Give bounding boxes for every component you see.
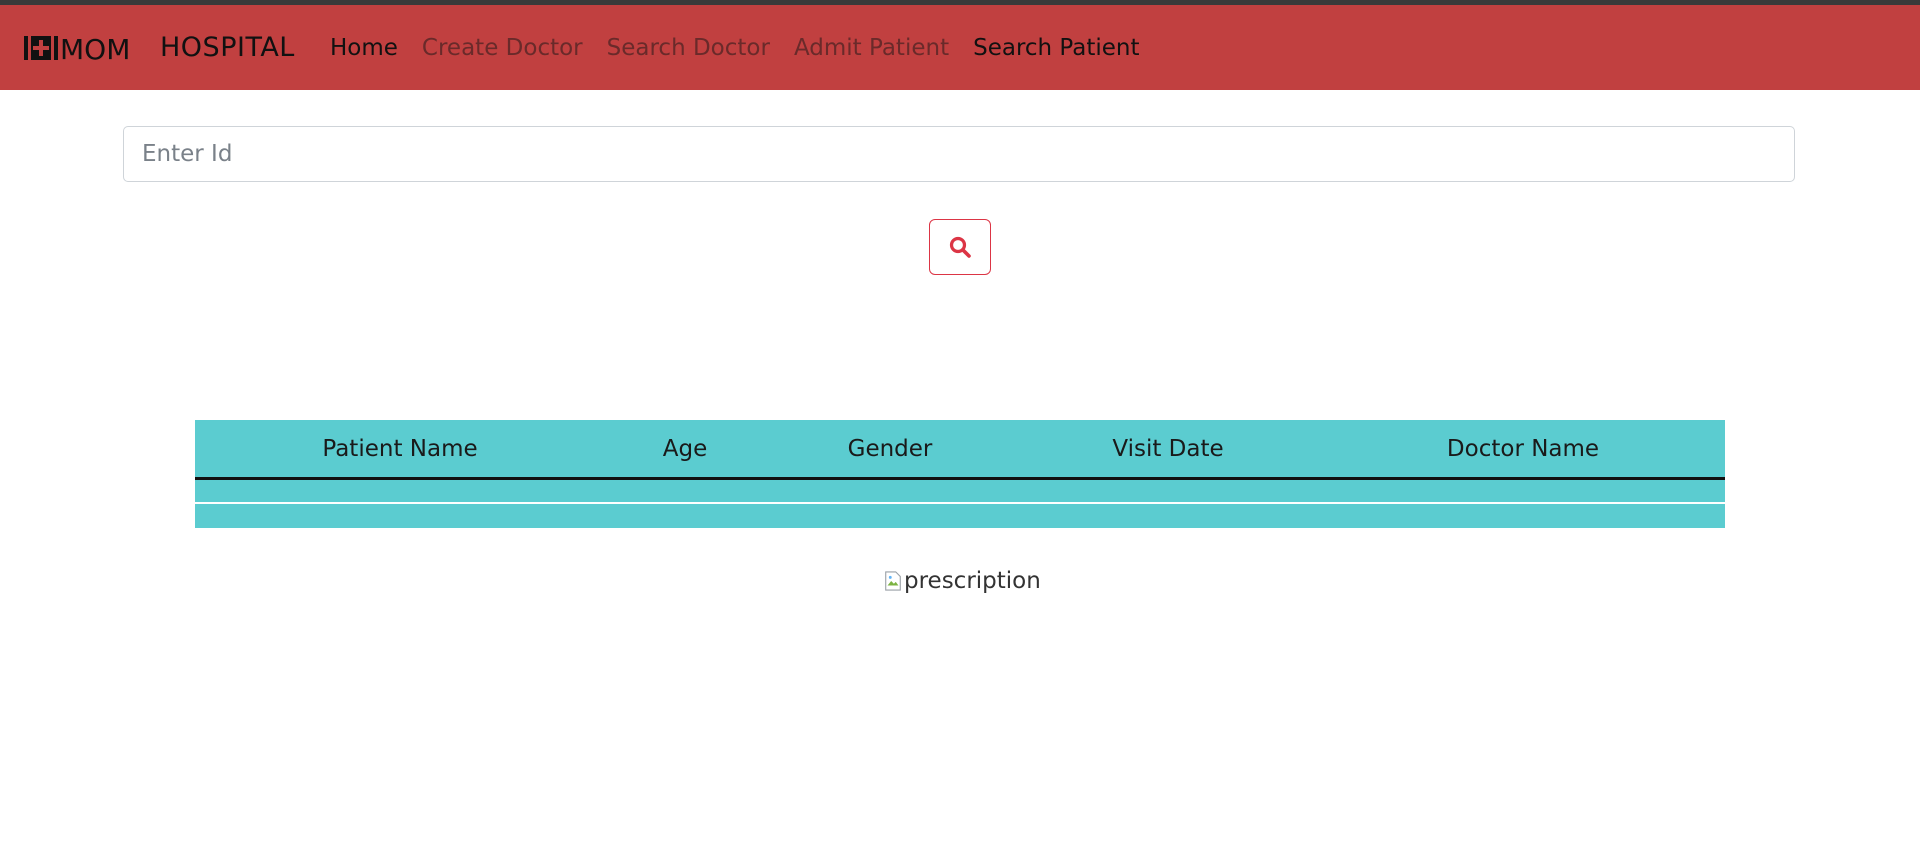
table-row (195, 480, 1725, 504)
navbar: MOM HOSPITAL Home Create Doctor Search D… (0, 5, 1920, 90)
patient-id-input[interactable] (123, 126, 1795, 182)
brand-name: HOSPITAL (160, 32, 295, 63)
table-header: Patient Name Age Gender Visit Date Docto… (195, 420, 1725, 480)
table-row (195, 504, 1725, 528)
nav-create-doctor[interactable]: Create Doctor (422, 35, 583, 61)
column-header-doctor-name: Doctor Name (1446, 436, 1600, 462)
column-header-patient-name: Patient Name (322, 436, 478, 462)
search-button[interactable] (929, 219, 991, 275)
nav-links: Home Create Doctor Search Doctor Admit P… (330, 5, 1164, 90)
nav-admit-patient[interactable]: Admit Patient (794, 35, 949, 61)
search-icon (949, 236, 971, 258)
nav-home[interactable]: Home (330, 35, 398, 61)
column-header-age: Age (662, 436, 708, 462)
hospital-cross-icon: MOM (24, 34, 130, 62)
prescription-image-alt: prescription (904, 568, 1041, 594)
brand[interactable]: MOM HOSPITAL (24, 5, 295, 90)
broken-image-icon (885, 571, 901, 591)
prescription-image: prescription (884, 568, 1041, 594)
patient-table: Patient Name Age Gender Visit Date Docto… (195, 420, 1725, 528)
hospital-logo: MOM (24, 34, 136, 62)
logo-text: MOM (60, 34, 130, 62)
column-header-gender: Gender (847, 436, 933, 462)
nav-search-doctor[interactable]: Search Doctor (607, 35, 770, 61)
nav-search-patient[interactable]: Search Patient (973, 35, 1139, 61)
column-header-visit-date: Visit Date (1112, 436, 1224, 462)
